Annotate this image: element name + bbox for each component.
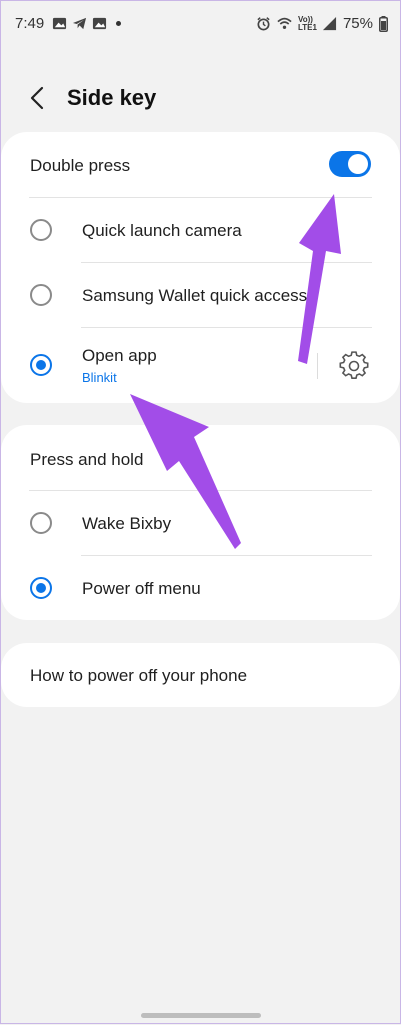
battery-icon	[379, 15, 388, 32]
status-right-icons: Vo)) LTE1 75%	[256, 15, 388, 32]
home-indicator[interactable]	[141, 1013, 261, 1018]
help-link[interactable]: How to power off your phone	[30, 666, 247, 686]
option-wake-bixby[interactable]: Wake Bixby	[82, 514, 171, 534]
back-icon[interactable]	[23, 83, 53, 113]
app-header: Side key	[1, 73, 400, 123]
status-time: 7:49	[15, 15, 45, 32]
radio-wake-bixby[interactable]	[30, 512, 52, 534]
status-bar: 7:49 Vo)) LTE1 75%	[1, 1, 400, 49]
divider	[81, 327, 372, 328]
divider	[81, 262, 372, 263]
open-app-selected-app: Blinkit	[82, 370, 117, 385]
toggle-knob	[348, 154, 368, 174]
double-press-label: Double press	[30, 156, 131, 175]
divider	[29, 490, 372, 491]
notification-icons	[52, 16, 121, 31]
radio-quick-launch-camera[interactable]	[30, 219, 52, 241]
telegram-icon	[72, 17, 87, 30]
signal-icon	[322, 16, 337, 31]
option-open-app[interactable]: Open app	[82, 346, 157, 366]
radio-power-off-menu[interactable]	[30, 577, 52, 599]
divider	[81, 555, 372, 556]
gallery-icon	[52, 17, 67, 30]
gear-icon[interactable]	[339, 351, 369, 381]
gallery-icon	[92, 17, 107, 30]
radio-samsung-wallet[interactable]	[30, 284, 52, 306]
help-link-card[interactable]: How to power off your phone	[1, 643, 400, 707]
alarm-icon	[257, 17, 270, 31]
double-press-toggle[interactable]	[329, 151, 371, 177]
divider	[29, 197, 372, 198]
wifi-icon	[277, 17, 292, 29]
press-and-hold-card: Press and hold Wake Bixby Power off menu	[1, 425, 400, 620]
radio-open-app[interactable]	[30, 354, 52, 376]
option-quick-launch-camera[interactable]: Quick launch camera	[82, 221, 242, 241]
volte-label: Vo)) LTE1	[297, 14, 317, 32]
more-notifications-dot	[116, 21, 121, 26]
option-samsung-wallet[interactable]: Samsung Wallet quick access	[82, 286, 307, 306]
press-and-hold-label: Press and hold	[30, 450, 144, 469]
vertical-divider	[317, 353, 318, 379]
battery-percent: 75%	[342, 15, 373, 32]
page-title: Side key	[67, 85, 157, 110]
option-power-off-menu[interactable]: Power off menu	[82, 579, 201, 599]
